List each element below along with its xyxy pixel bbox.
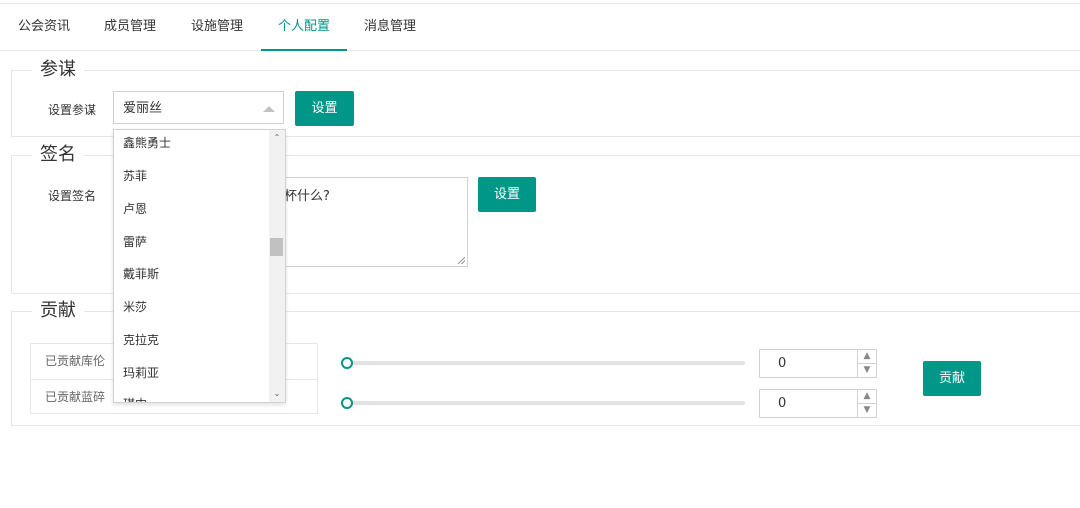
dropdown-option[interactable]: 戴菲斯 <box>123 265 159 282</box>
kulun-amount-value: 0 <box>778 356 787 371</box>
contribute-legend: 贡献 <box>40 300 76 321</box>
slider-handle[interactable] <box>341 397 353 409</box>
dropdown-option[interactable]: 鑫熊勇士 <box>123 134 171 151</box>
dropdown-scrollbar[interactable]: ⌃ ⌄ <box>269 130 285 402</box>
slider-handle[interactable] <box>341 357 353 369</box>
tab-guild-news[interactable]: 公会资讯 <box>10 4 78 50</box>
chevron-up-icon[interactable]: ▲ <box>858 350 876 363</box>
dropdown-option[interactable]: 卢恩 <box>123 200 147 217</box>
scrollbar-thumb[interactable] <box>270 238 283 256</box>
tab-facilities[interactable]: 设施管理 <box>183 4 251 50</box>
resize-grip-icon[interactable] <box>458 257 465 264</box>
dropdown-option[interactable]: 玛莉亚 <box>123 364 159 381</box>
caret-up-icon <box>263 106 275 112</box>
tab-messages[interactable]: 消息管理 <box>356 4 424 50</box>
advisor-legend: 参谋 <box>40 59 76 80</box>
blue-shard-slider[interactable] <box>341 397 745 409</box>
contributed-blue-shard-label: 已贡献蓝碎 <box>45 390 106 404</box>
kulun-slider[interactable] <box>341 357 745 369</box>
number-spinner: ▲ ▼ <box>857 350 876 377</box>
tab-bar: 公会资讯 成员管理 设施管理 个人配置 消息管理 <box>0 4 1080 51</box>
kulun-amount-input[interactable]: 0 ▲ ▼ <box>759 349 877 378</box>
set-signature-button[interactable]: 设置 <box>478 177 536 212</box>
dropdown-option[interactable]: 克拉克 <box>123 331 159 348</box>
advisor-dropdown-list: 鑫熊勇士 苏菲 卢恩 雷萨 戴菲斯 米莎 克拉克 玛莉亚 琪中 ⌃ ⌄ <box>113 129 286 403</box>
dropdown-option[interactable]: 米莎 <box>123 298 147 315</box>
dropdown-option[interactable]: 苏菲 <box>123 167 147 184</box>
chevron-down-icon[interactable]: ▼ <box>858 403 876 417</box>
signature-label: 设置签名 <box>48 189 97 203</box>
dropdown-option[interactable]: 琪中 <box>123 395 147 402</box>
chevron-down-icon[interactable]: ▼ <box>858 363 876 377</box>
tab-members[interactable]: 成员管理 <box>96 4 164 50</box>
tab-personal-config[interactable]: 个人配置 <box>261 4 347 51</box>
blue-shard-amount-value: 0 <box>778 396 787 411</box>
chevron-up-icon[interactable]: ▲ <box>858 390 876 403</box>
advisor-select[interactable]: 爱丽丝 <box>113 91 284 124</box>
signature-legend: 签名 <box>40 144 76 165</box>
blue-shard-amount-input[interactable]: 0 ▲ ▼ <box>759 389 877 418</box>
contributed-kulun-label: 已贡献库伦 <box>45 354 106 368</box>
advisor-selected-value: 爱丽丝 <box>123 101 163 116</box>
set-advisor-button[interactable]: 设置 <box>295 91 354 126</box>
number-spinner: ▲ ▼ <box>857 390 876 417</box>
scroll-up-icon[interactable]: ⌃ <box>269 131 285 145</box>
contribute-button[interactable]: 贡献 <box>923 361 981 396</box>
scroll-down-icon[interactable]: ⌄ <box>269 387 285 401</box>
advisor-label: 设置参谋 <box>48 103 97 117</box>
dropdown-option[interactable]: 雷萨 <box>123 233 147 250</box>
